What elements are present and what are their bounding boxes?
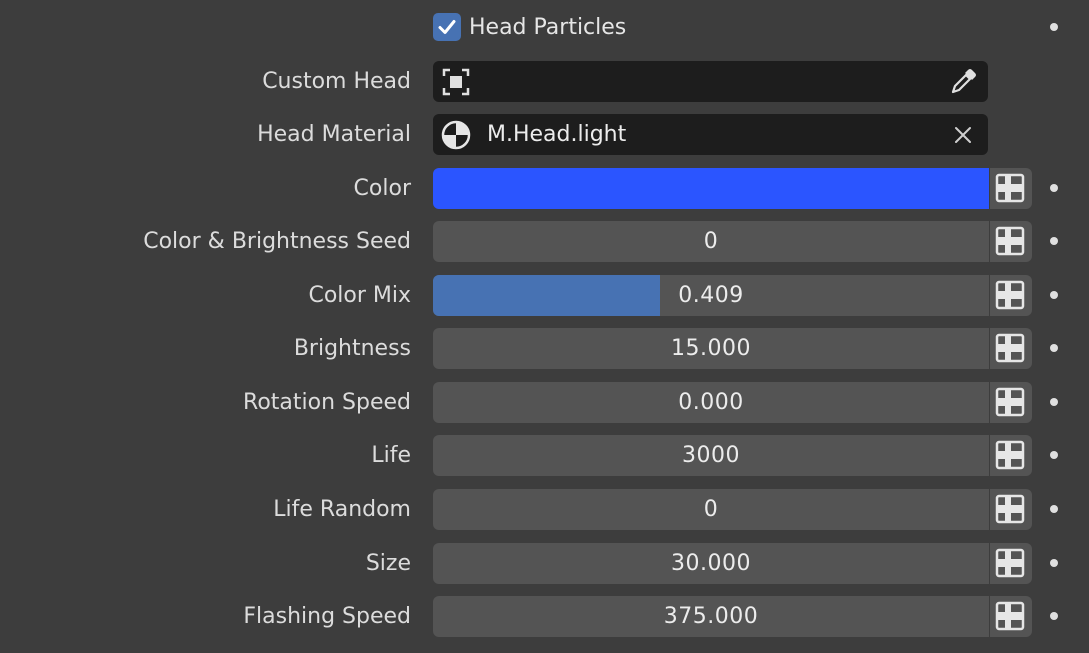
- property-row: Brightness 15.000: [0, 328, 1089, 369]
- animate-property-dot[interactable]: [1050, 559, 1058, 567]
- animate-property-dot[interactable]: [1050, 612, 1058, 620]
- animate-property-dot[interactable]: [1050, 184, 1058, 192]
- keyframe-decorator-icon: [995, 387, 1025, 417]
- custom-head-label: Custom Head: [262, 69, 411, 94]
- number-field[interactable]: 3000: [433, 435, 989, 476]
- animate-property-dot[interactable]: [1050, 398, 1058, 406]
- color-label: Color: [353, 176, 411, 201]
- property-label: Size: [365, 551, 411, 576]
- head-material-field[interactable]: M.Head.light: [433, 114, 988, 155]
- property-row: Size 30.000: [0, 543, 1089, 584]
- close-icon[interactable]: [953, 125, 973, 145]
- property-row: Flashing Speed 375.000: [0, 596, 1089, 637]
- number-field-value: 0: [703, 497, 719, 522]
- number-field-value: 375.000: [663, 604, 759, 629]
- head-particles-label: Head Particles: [469, 15, 627, 40]
- keyframe-decorator-icon: [995, 280, 1025, 310]
- decorator-keyframe-button[interactable]: [990, 543, 1032, 584]
- keyframe-decorator-icon: [995, 548, 1025, 578]
- property-label: Color & Brightness Seed: [143, 229, 411, 254]
- number-field-value: 15.000: [671, 336, 751, 361]
- number-field-value: 0.000: [678, 390, 744, 415]
- property-label: Rotation Speed: [243, 390, 411, 415]
- decorator-keyframe-button[interactable]: [990, 168, 1032, 209]
- number-field-value: 0: [703, 229, 719, 254]
- animate-property-dot[interactable]: [1050, 505, 1058, 513]
- color-row: Color: [0, 168, 1089, 209]
- animate-property-dot[interactable]: [1050, 451, 1058, 459]
- decorator-keyframe-button[interactable]: [990, 489, 1032, 530]
- number-field[interactable]: 0.000: [433, 382, 989, 423]
- keyframe-decorator-icon: [995, 440, 1025, 470]
- animate-property-dot[interactable]: [1050, 291, 1058, 299]
- head-particles-checkbox[interactable]: [433, 13, 461, 41]
- property-row: Color & Brightness Seed 0: [0, 221, 1089, 262]
- property-label: Brightness: [293, 336, 411, 361]
- keyframe-decorator-icon: [995, 226, 1025, 256]
- property-row: Life 3000: [0, 435, 1089, 476]
- number-field[interactable]: 0.409: [433, 275, 989, 316]
- keyframe-decorator-icon: [995, 601, 1025, 631]
- number-field-value: 0.409: [678, 283, 744, 308]
- property-label: Color Mix: [308, 283, 411, 308]
- animate-property-dot[interactable]: [1050, 344, 1058, 352]
- keyframe-decorator-icon: [995, 333, 1025, 363]
- property-label: Flashing Speed: [243, 604, 411, 629]
- number-field[interactable]: 15.000: [433, 328, 989, 369]
- number-field[interactable]: 0: [433, 221, 989, 262]
- properties-panel: Head Particles Custom Head Head Material: [0, 0, 1089, 653]
- number-field[interactable]: 375.000: [433, 596, 989, 637]
- eyedropper-icon[interactable]: [948, 67, 978, 97]
- head-material-label: Head Material: [257, 122, 411, 147]
- custom-head-row: Custom Head: [0, 61, 1089, 102]
- head-particles-row: Head Particles: [0, 0, 1089, 41]
- number-field[interactable]: 30.000: [433, 543, 989, 584]
- decorator-keyframe-button[interactable]: [990, 275, 1032, 316]
- color-swatch[interactable]: [433, 168, 989, 209]
- property-label: Life: [371, 443, 411, 468]
- decorator-keyframe-button[interactable]: [990, 596, 1032, 637]
- animate-property-dot[interactable]: [1050, 237, 1058, 245]
- property-row: Life Random 0: [0, 489, 1089, 530]
- head-material-value: M.Head.light: [487, 122, 627, 147]
- custom-head-field[interactable]: [433, 61, 988, 102]
- property-row: Rotation Speed 0.000: [0, 382, 1089, 423]
- decorator-keyframe-button[interactable]: [990, 221, 1032, 262]
- keyframe-decorator-icon: [995, 173, 1025, 203]
- property-row: Color Mix 0.409: [0, 275, 1089, 316]
- head-material-row: Head Material M.Head.light: [0, 114, 1089, 155]
- decorator-keyframe-button[interactable]: [990, 382, 1032, 423]
- material-sphere-icon: [441, 120, 471, 150]
- decorator-keyframe-button[interactable]: [990, 328, 1032, 369]
- checkmark-icon: [438, 20, 456, 34]
- number-field-value: 30.000: [671, 551, 751, 576]
- keyframe-decorator-icon: [995, 494, 1025, 524]
- number-field-value: 3000: [682, 443, 740, 468]
- number-field[interactable]: 0: [433, 489, 989, 530]
- decorator-keyframe-button[interactable]: [990, 435, 1032, 476]
- property-label: Life Random: [273, 497, 411, 522]
- animate-property-dot[interactable]: [1050, 23, 1058, 31]
- object-select-icon: [442, 68, 470, 96]
